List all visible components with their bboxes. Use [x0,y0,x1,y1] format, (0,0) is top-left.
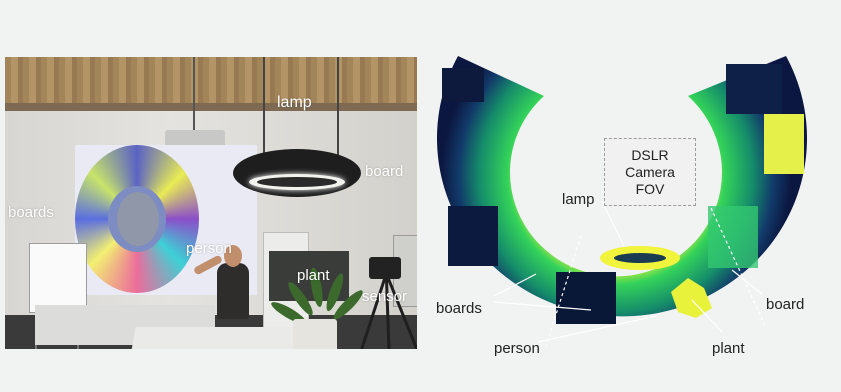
scan-label-plant: plant [712,340,745,357]
photo-label-person: person [186,240,232,257]
projector-rod [193,57,195,131]
room-photo: lamp board boards person plant sensor [5,57,417,349]
fov-line-2: Camera [625,164,675,180]
scan-dark-region [442,68,484,102]
scan-label-board: board [766,296,805,313]
projected-ring-center [117,192,159,246]
photo-label-board: board [365,163,404,180]
lamp-center [257,177,337,187]
scan-board-blob [708,206,758,268]
dslr-fov-box: DSLR Camera FOV [604,138,696,206]
scan-lamp-hole [614,253,666,263]
ceiling-edge [5,103,417,111]
scan-label-lamp: lamp [562,191,595,208]
photo-label-boards: boards [8,204,54,221]
ceiling [5,57,417,103]
lamp-wire [337,57,339,155]
pointer-lamp [601,200,625,247]
sensor-device [369,257,401,279]
scan-dark-region [448,206,498,266]
person-body [217,263,249,319]
scan-dark-region [556,272,616,324]
photo-label-plant: plant [297,267,330,284]
fov-line-1: DSLR [631,147,669,163]
scan-dark-region [726,64,782,114]
scan-label-boards: boards [436,300,482,317]
figure: lamp board boards person plant sensor la… [0,0,841,392]
photo-label-lamp: lamp [277,94,312,111]
fov-line-3: FOV [635,181,665,197]
flip-chart-board [29,243,87,313]
scan-bright-region [764,114,804,174]
pointer-board [731,269,763,295]
lamp-wire [263,57,265,155]
photo-label-sensor: sensor [362,288,408,305]
plant-pot [293,319,337,349]
scan-label-person: person [494,340,540,357]
